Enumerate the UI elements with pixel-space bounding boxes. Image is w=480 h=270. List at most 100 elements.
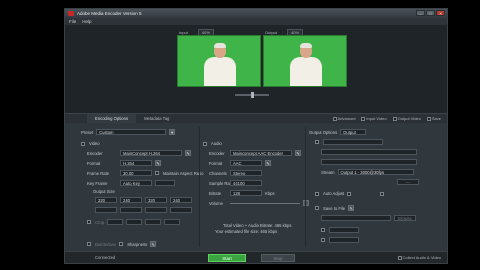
- menu-bar: File Help: [65, 18, 447, 25]
- total-bitrate-text: Total Video + Audio Bitrate: 465 kbps: [223, 223, 292, 228]
- checkbox-icon[interactable]: [347, 191, 352, 196]
- output-video-toggle[interactable]: Output Video: [392, 116, 421, 121]
- playhead-handle[interactable]: [251, 92, 254, 98]
- checkbox-icon[interactable]: [321, 238, 325, 242]
- title-bar: Adobe Media Encoder Version 5 – □ ✕: [65, 9, 447, 18]
- audio-codec-select[interactable]: Mainconcept AAC Encoder: [230, 150, 292, 156]
- file-option-field[interactable]: [329, 237, 359, 243]
- stream-row: Stream Output 1 - 3000@30fps: [321, 169, 414, 175]
- checkbox-icon[interactable]: [315, 140, 319, 144]
- output-width-field[interactable]: 320: [145, 197, 167, 203]
- file-size-text: Your estimated file size: 465 kbps: [215, 229, 278, 234]
- file-path-field[interactable]: [321, 215, 391, 221]
- menu-help[interactable]: Help: [82, 19, 91, 24]
- input-video-toggle[interactable]: Input Video: [361, 116, 387, 121]
- sample-rate-select[interactable]: 44100: [230, 180, 262, 186]
- total-bitrate-row: Total Video + Audio Bitrate: 465 kbps: [223, 223, 291, 228]
- sharpness-checkbox[interactable]: [119, 242, 124, 246]
- video-enable-checkbox[interactable]: [81, 141, 85, 146]
- tabs-bar: Encoding Options Metadata Tag Advanced I…: [65, 113, 447, 124]
- audio-enable-checkbox[interactable]: [203, 141, 207, 146]
- status-right-text: Collect Audio & Video: [397, 255, 441, 260]
- save-preset-icon[interactable]: ▼: [169, 129, 176, 135]
- start-button[interactable]: Start: [208, 254, 246, 262]
- input-video-preview: [177, 35, 261, 87]
- output-video-preview: [263, 35, 347, 87]
- channels-select[interactable]: Stereo: [230, 170, 262, 176]
- slider-handle-icon[interactable]: [303, 200, 309, 206]
- wrench-icon[interactable]: ✎: [295, 150, 301, 156]
- backup-url-field[interactable]: [321, 159, 417, 165]
- checkbox-icon[interactable]: [321, 228, 325, 232]
- app-window: Adobe Media Encoder Version 5 – □ ✕ File…: [64, 8, 448, 264]
- video-codec-row: Encoder MainConcept H.264 ✎: [87, 150, 191, 156]
- video-codec-select[interactable]: MainConcept H.264: [120, 150, 182, 156]
- encoding-settings-panel: Preset Custom ▼ Video Encoder MainConcep…: [65, 123, 447, 253]
- stop-button[interactable]: Stop: [261, 254, 295, 262]
- deinterlace-checkbox[interactable]: [87, 242, 91, 246]
- output-option-field[interactable]: [323, 139, 383, 145]
- maintain-aspect-checkbox[interactable]: [155, 171, 159, 175]
- tab-metadata-tag[interactable]: Metadata Tag: [136, 114, 177, 124]
- crop-checkbox[interactable]: [87, 220, 91, 224]
- crop-bottom-field[interactable]: [126, 219, 143, 225]
- stream-options-button[interactable]: ···: [397, 179, 419, 185]
- crop-top-field[interactable]: [107, 219, 124, 225]
- checkbox-icon: [332, 116, 337, 121]
- section-divider: [305, 127, 306, 247]
- input-height-field[interactable]: 240: [120, 197, 142, 203]
- key-frame-select[interactable]: Auto Key: [120, 180, 152, 186]
- checkbox-icon: [392, 116, 397, 121]
- field-placeholder[interactable]: [95, 207, 117, 213]
- server-url-field[interactable]: [321, 149, 417, 155]
- preset-label: Preset: [81, 129, 94, 135]
- preset-row: Preset Custom ▼: [81, 129, 176, 135]
- output-url-row: [321, 149, 417, 155]
- maximize-button[interactable]: □: [426, 10, 435, 16]
- stream-name-field[interactable]: Output 1 - 3000@30fps: [337, 169, 414, 175]
- file-path-row: Browse: [321, 215, 416, 221]
- bitrate-select[interactable]: 128: [230, 190, 262, 196]
- field-placeholder[interactable]: [170, 207, 192, 213]
- frame-rate-select[interactable]: 30.00: [120, 170, 152, 176]
- input-width-field[interactable]: 320: [95, 197, 117, 203]
- file-size-row: Your estimated file size: 465 kbps: [215, 229, 277, 234]
- field-placeholder[interactable]: [145, 207, 167, 213]
- file-option-field[interactable]: [329, 227, 359, 233]
- field-placeholder[interactable]: [120, 207, 142, 213]
- wrench-icon[interactable]: ✎: [348, 205, 355, 211]
- volume-row: Volume: [209, 200, 309, 206]
- crop-left-field[interactable]: [145, 219, 162, 225]
- presenter-figure: [204, 43, 236, 86]
- preset-select[interactable]: Custom: [96, 129, 167, 135]
- output-height-field[interactable]: 240: [170, 197, 192, 203]
- preview-area: Input 40% Output 40%: [65, 25, 447, 113]
- advanced-toggle[interactable]: Advanced: [332, 116, 355, 121]
- menu-file[interactable]: File: [69, 19, 76, 24]
- close-button[interactable]: ✕: [436, 10, 445, 16]
- presenter-figure: [290, 43, 322, 86]
- volume-slider[interactable]: [230, 202, 300, 204]
- wrench-icon[interactable]: ✎: [150, 241, 157, 247]
- settings-icon[interactable]: ✎: [155, 160, 161, 166]
- output-mode-select[interactable]: Output: [340, 129, 367, 135]
- save-to-file-checkbox[interactable]: [315, 206, 319, 210]
- connection-status: Connected: [95, 255, 116, 260]
- checkbox-icon[interactable]: [380, 191, 385, 196]
- wrench-icon[interactable]: ✎: [185, 150, 191, 156]
- checkbox-icon[interactable]: [397, 255, 402, 260]
- browse-button[interactable]: Browse: [394, 215, 416, 221]
- crop-right-field[interactable]: [164, 219, 181, 225]
- save-toggle[interactable]: Save: [426, 116, 441, 121]
- backup-url-row: [321, 159, 417, 165]
- key-frame-interval[interactable]: [155, 180, 175, 186]
- auto-adjust-checkbox[interactable]: [315, 191, 319, 196]
- audio-format-select[interactable]: AAC: [230, 160, 262, 166]
- settings-icon[interactable]: ✎: [265, 160, 271, 166]
- minimize-button[interactable]: –: [416, 10, 425, 16]
- section-divider: [199, 127, 200, 247]
- size-lock-row: [95, 207, 192, 213]
- tab-encoding-options[interactable]: Encoding Options: [87, 113, 137, 124]
- crop-row: Crop: [87, 219, 181, 225]
- video-format-select[interactable]: H.264: [120, 160, 152, 166]
